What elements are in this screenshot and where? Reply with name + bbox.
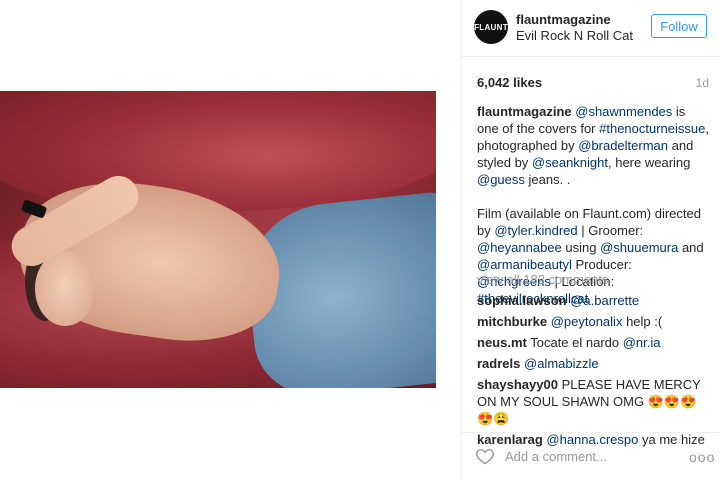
post-image-area — [0, 0, 460, 480]
hashtag-link[interactable]: #thenocturneissue — [599, 121, 705, 136]
mention-link[interactable]: @armanibeautyl — [477, 257, 572, 272]
post-sidebar: FLAUNT flauntmagazine Evil Rock N Roll C… — [460, 0, 720, 480]
caption-username[interactable]: flauntmagazine — [477, 104, 572, 119]
comment-username[interactable]: radrels — [477, 356, 520, 371]
post-header: FLAUNT flauntmagazine Evil Rock N Roll C… — [461, 0, 720, 57]
post-photo[interactable] — [0, 91, 436, 388]
post-age[interactable]: 1d — [696, 76, 709, 90]
mention-link[interactable]: @peytonalix — [551, 314, 623, 329]
caption-text: | Groomer: — [577, 223, 644, 238]
comment-item: radrels @almabizzle — [477, 355, 709, 372]
more-options-button[interactable]: ooo — [689, 449, 715, 465]
comment-item: neus.mt Tocate el nardo @nr.ia — [477, 334, 709, 351]
comment-footer: Add a comment... ooo — [461, 432, 720, 481]
comment-item: sophia.lawson @a.barrette — [477, 292, 709, 309]
mention-link[interactable]: @nr.ia — [623, 335, 661, 350]
comment-list: sophia.lawson @a.barrette mitchburke @pe… — [477, 292, 709, 452]
photo-head — [35, 251, 95, 326]
avatar[interactable]: FLAUNT — [474, 10, 508, 44]
mention-link[interactable]: @seanknight — [532, 155, 608, 170]
view-all-comments-link[interactable]: view all 182 comments — [477, 272, 609, 287]
mention-link[interactable]: @guess — [477, 172, 525, 187]
username-link[interactable]: flauntmagazine — [516, 12, 611, 27]
location-link[interactable]: Evil Rock N Roll Cat — [516, 28, 633, 43]
mention-link[interactable]: @shuuemura — [600, 240, 678, 255]
mention-link[interactable]: @almabizzle — [524, 356, 599, 371]
comment-text: Tocate el nardo — [526, 335, 623, 350]
comment-username[interactable]: neus.mt — [477, 335, 527, 350]
comment-text: help :( — [622, 314, 663, 329]
comment-username[interactable]: sophia.lawson — [477, 293, 567, 308]
comment-item: mitchburke @peytonalix help :( — [477, 313, 709, 330]
avatar-logo-text: FLAUNT — [474, 22, 508, 32]
caption-text: and — [678, 240, 704, 255]
heart-icon[interactable] — [475, 446, 495, 466]
mention-link[interactable]: @a.barrette — [570, 293, 639, 308]
caption-text: jeans. . — [524, 172, 571, 187]
comment-username[interactable]: shayshayy00 — [477, 377, 558, 392]
mention-link[interactable]: @shawnmendes — [575, 104, 672, 119]
mention-link[interactable]: @bradelterman — [578, 138, 668, 153]
follow-button[interactable]: Follow — [651, 14, 707, 38]
caption-text: Producer: — [571, 257, 632, 272]
mention-link[interactable]: @heyannabee — [477, 240, 562, 255]
comment-item: shayshayy00 PLEASE HAVE MERCY ON MY SOUL… — [477, 376, 709, 427]
likes-count[interactable]: 6,042 likes — [477, 75, 542, 90]
mention-link[interactable]: @tyler.kindred — [494, 223, 577, 238]
comment-username[interactable]: mitchburke — [477, 314, 547, 329]
caption-text: using — [561, 240, 601, 255]
add-comment-input[interactable]: Add a comment... — [505, 449, 607, 464]
caption-text: , here wearing — [608, 155, 691, 170]
